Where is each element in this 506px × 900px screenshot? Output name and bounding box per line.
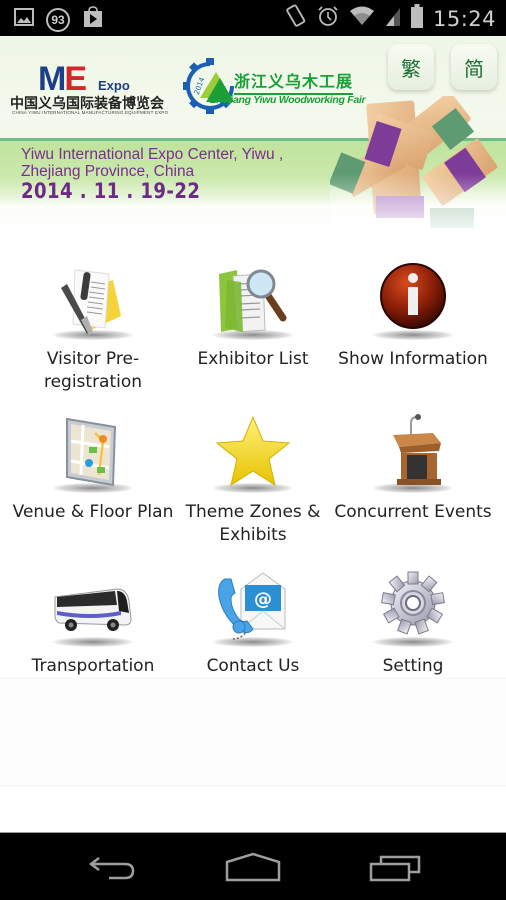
menu-item-transportation[interactable]: Transportation [9,567,177,678]
vibrate-icon [285,4,307,33]
svg-text:@: @ [254,589,272,610]
menu-item-venue-floor-plan[interactable]: Venue & Floor Plan [9,413,177,524]
info-icon [371,260,455,344]
notification-count-badge: 93 [46,7,70,32]
simplified-chinese-button[interactable]: 简 [451,44,497,90]
wooden-blocks-decoration [330,96,506,236]
bus-icon [51,567,135,651]
menu-item-exhibitor-list[interactable]: Exhibitor List [169,260,337,371]
menu-label: Contact Us [206,656,300,676]
back-button[interactable] [82,847,142,887]
podium-icon [371,413,455,497]
menu-item-concurrent-events[interactable]: Concurrent Events [329,413,497,524]
venue-line-2: Zhejiang Province, China [21,163,195,180]
wifi-icon [349,5,375,32]
menu-item-setting[interactable]: Setting [329,567,497,678]
document-pen-icon [51,260,135,344]
folder-magnifier-icon [211,260,295,344]
logo-english-title: CHINA YIWU INTERNATIONAL MANUFACTURING E… [12,110,169,115]
alarm-icon [317,5,339,32]
logo-expo-text: Expo [98,78,130,93]
star-icon [211,413,295,497]
home-button[interactable] [223,847,283,887]
map-icon [51,413,135,497]
menu-label: Show Information [338,349,488,369]
phone-mail-icon: @ [211,567,295,651]
empty-content-area [0,678,506,786]
back-icon [88,857,135,880]
menu-item-theme-zones-exhibits[interactable]: Theme Zones & Exhibits [169,413,337,547]
fair-chinese-title: 浙江义乌木工展 [234,68,354,95]
venue-line-1: Yiwu International Expo Center, Yiwu , [21,146,284,163]
menu-label: Setting [382,656,444,676]
navigation-bar [0,832,506,900]
menu-label: Theme Zones & Exhibits [185,502,321,545]
traditional-chinese-button[interactable]: 繁 [388,44,434,90]
status-bar: 93 15:24 [0,0,506,36]
header-banner: ME Expo 中国义乌国际装备博览会 CHINA YIWU INTERNATI… [0,36,506,236]
event-date: 2014 . 11 . 19-22 [21,179,201,203]
menu-label: Concurrent Events [334,502,492,522]
home-icon [225,852,281,882]
menu-label: Transportation [31,656,155,676]
menu-label: Visitor Pre-registration [43,349,143,392]
menu-label: Exhibitor List [197,349,309,369]
me-expo-logo: ME Expo 中国义乌国际装备博览会 CHINA YIWU INTERNATI… [10,58,170,118]
gear-icon [371,567,455,651]
play-store-icon [82,6,104,33]
recent-apps-button[interactable] [365,847,425,887]
clock: 15:24 [432,6,496,31]
gallery-icon [14,7,34,32]
venue-address: Yiwu International Expo Center, Yiwu , Z… [21,146,283,180]
cell-signal-icon [385,5,401,32]
menu-item-visitor-preregistration[interactable]: Visitor Pre-registration [9,260,177,394]
menu-item-contact-us[interactable]: @ Contact Us [169,567,337,678]
recent-apps-icon [369,855,421,882]
menu-label: Venue & Floor Plan [12,502,174,522]
battery-icon [410,4,423,33]
menu-item-show-information[interactable]: Show Information [329,260,497,371]
